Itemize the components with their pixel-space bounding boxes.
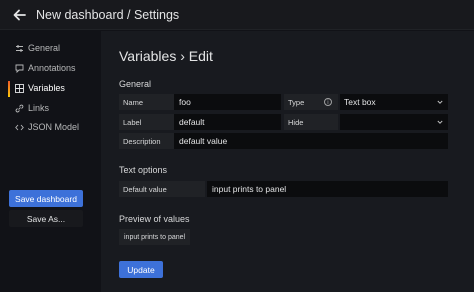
description-label: Description: [119, 133, 174, 149]
page-title: Variables › Edit: [119, 48, 213, 64]
sidebar-item-variables[interactable]: Variables: [8, 79, 98, 97]
chevron-down-icon: [437, 120, 443, 124]
info-icon[interactable]: i: [324, 98, 332, 106]
sidebar-item-general[interactable]: General: [8, 39, 98, 57]
type-select-value: Text box: [344, 97, 376, 107]
sidebar-item-json-model[interactable]: JSON Model: [8, 118, 98, 136]
variable-editor: Variables › Edit General Name foo Type i…: [101, 31, 474, 292]
active-indicator: [8, 81, 10, 97]
page-breadcrumb: New dashboard / Settings: [36, 7, 180, 22]
text-options-heading: Text options: [119, 165, 168, 175]
hide-label: Hide: [284, 114, 338, 130]
code-icon: [14, 122, 24, 132]
sidebar-item-label: Variables: [28, 83, 65, 93]
preview-heading: Preview of values: [119, 214, 190, 224]
sidebar-item-annotations[interactable]: Annotations: [8, 59, 98, 77]
settings-sidebar: General Annotations Variables Links JSON…: [0, 30, 100, 292]
preview-value: input prints to panel: [119, 229, 191, 245]
type-label: Type i: [284, 94, 338, 110]
label-label: Label: [119, 114, 174, 130]
sidebar-item-label: JSON Model: [28, 122, 80, 132]
type-label-text: Type: [288, 97, 305, 107]
chevron-down-icon: [437, 100, 443, 104]
update-button[interactable]: Update: [119, 261, 163, 278]
comment-icon: [14, 63, 24, 73]
default-value-input[interactable]: input prints to panel: [207, 181, 448, 197]
top-bar: New dashboard / Settings: [0, 0, 474, 30]
arrow-left-icon: [13, 9, 26, 20]
sidebar-item-label: Annotations: [28, 63, 76, 73]
back-button[interactable]: [9, 5, 29, 25]
sliders-icon: [14, 43, 24, 53]
save-as-button[interactable]: Save As...: [9, 210, 83, 227]
calculator-icon: [14, 83, 24, 93]
hide-select[interactable]: [340, 114, 448, 130]
sidebar-item-label: Links: [28, 103, 50, 113]
name-input[interactable]: foo: [174, 94, 281, 110]
default-value-label: Default value: [119, 181, 205, 197]
general-heading: General: [119, 79, 152, 89]
save-dashboard-button[interactable]: Save dashboard: [9, 190, 83, 207]
description-input[interactable]: default value: [174, 133, 448, 149]
link-icon: [14, 103, 24, 113]
sidebar-item-links[interactable]: Links: [8, 99, 98, 117]
type-select[interactable]: Text box: [340, 94, 448, 110]
name-label: Name: [119, 94, 174, 110]
sidebar-item-label: General: [28, 43, 61, 53]
label-input[interactable]: default: [174, 114, 281, 130]
